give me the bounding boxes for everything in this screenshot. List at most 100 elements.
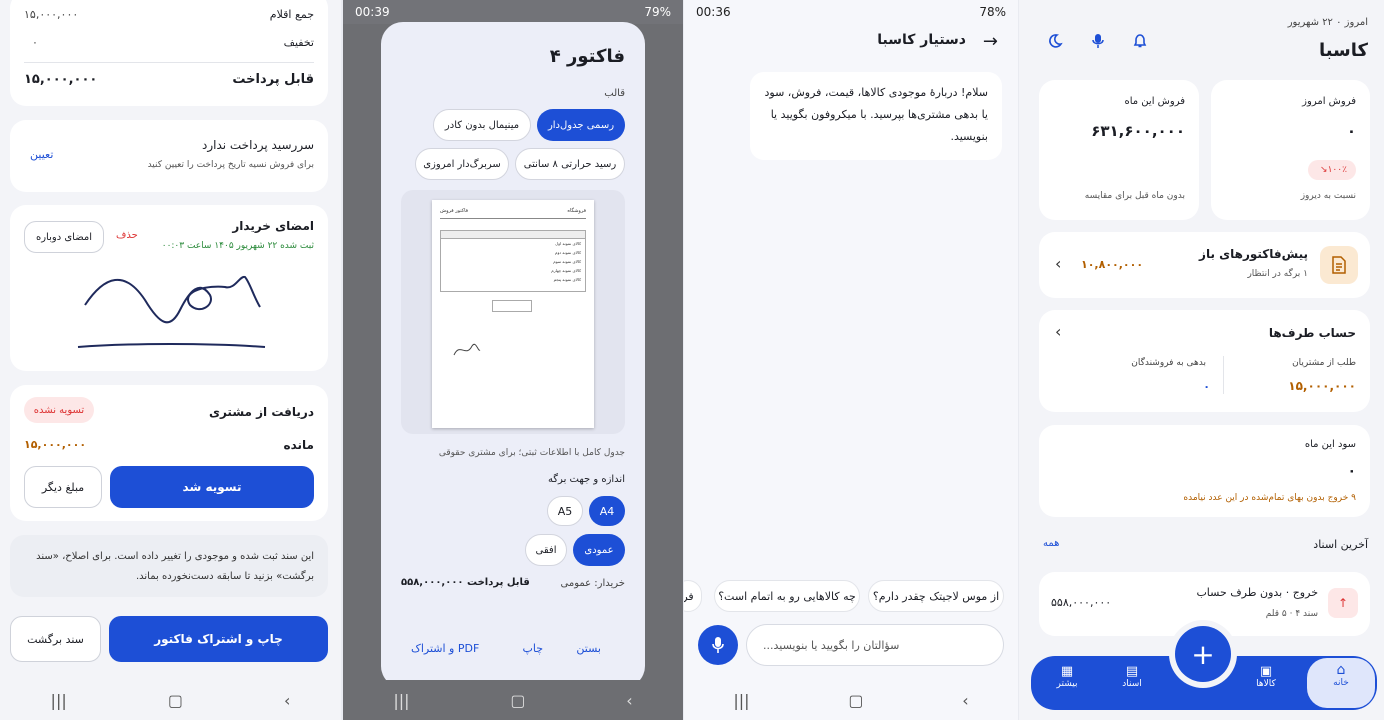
month-sales-note: بدون ماه قبل برای مقایسه	[1084, 191, 1185, 201]
status-battery: 78%	[979, 5, 1006, 19]
assistant-message: سلام! دربارهٔ موجودی کالاها، قیمت، فروش،…	[750, 72, 1002, 160]
landscape-option[interactable]: افقی	[525, 534, 567, 566]
preview-total	[492, 300, 532, 312]
month-sales-label: فروش این ماه	[1124, 96, 1185, 107]
home-icon[interactable]: ▢	[848, 691, 863, 710]
home-icon[interactable]: ▢	[168, 691, 183, 710]
proforma-card[interactable]: پیش‌فاکتورهای باز ۱ برگه در انتظار ۱۰,۸۰…	[1039, 232, 1370, 298]
template-option-1[interactable]: رسمی جدول‌دار	[537, 109, 625, 141]
remaining-value: ۱۵,۰۰۰,۰۰۰	[24, 438, 87, 451]
receivable-value: ۱۵,۰۰۰,۰۰۰	[1288, 379, 1356, 393]
back-icon[interactable]: ‹	[626, 691, 632, 710]
assistant-screen: 00:36 78% → دستیار کاسبا سلام! دربارهٔ م…	[684, 0, 1018, 720]
preview-shop: فروشگاه	[567, 208, 586, 214]
print-share-button[interactable]: چاپ و اشتراک فاکتور	[109, 616, 328, 662]
box-icon: ▣	[1259, 664, 1273, 679]
preview-page: فروشگاه فاکتور فروش کالای نمونه اول کالا…	[432, 200, 594, 428]
mic-icon	[712, 637, 724, 653]
bell-icon[interactable]	[1125, 26, 1155, 56]
preview-table: کالای نمونه اول کالای نمونه دوم کالای نم…	[440, 230, 586, 292]
delete-signature-button[interactable]: حذف	[116, 230, 138, 241]
pdf-share-button[interactable]: PDF و اشتراک	[411, 642, 479, 655]
settle-button[interactable]: تسویه شد	[110, 466, 314, 508]
home-icon: ⌂	[1336, 662, 1346, 678]
profit-value: ۰	[1347, 463, 1356, 479]
back-icon[interactable]: ‹	[284, 691, 290, 710]
assistant-message-text: سلام! دربارهٔ موجودی کالاها، قیمت، فروش،…	[764, 86, 988, 143]
signature-registered: ثبت شده ۲۲ شهریور ۱۴۰۵ ساعت ۰۰:۰۳	[161, 241, 314, 251]
other-amount-button[interactable]: مبلغ دیگر	[24, 466, 102, 508]
nav-home-label: خانه	[1333, 678, 1349, 688]
suggestion-chip-3[interactable]: فر	[684, 580, 702, 612]
nav-home[interactable]: ⌂ خانه	[1307, 662, 1375, 688]
return-doc-button[interactable]: سند برگشت	[10, 616, 101, 662]
nav-documents[interactable]: ▤ اسناد	[1107, 664, 1157, 689]
template-description: جدول کامل با اطلاعات ثبتی؛ برای مشتری حق…	[438, 448, 625, 458]
nav-products[interactable]: ▣ کالاها	[1241, 664, 1291, 689]
buyer-text: خریدار: عمومی	[560, 578, 626, 589]
status-time: 00:39	[355, 5, 390, 19]
receivable-label: طلب از مشتریان	[1292, 358, 1356, 368]
status-bar: 00:39 79%	[343, 0, 683, 24]
doc-sub: سند ۴ · ۵ قلم	[1265, 609, 1318, 619]
suggestion-chip-2[interactable]: چه کالاهایی رو به اتمام است؟	[714, 580, 860, 612]
accounts-title: حساب طرف‌ها	[1268, 326, 1356, 340]
items-total-value: ۱۵,۰۰۰,۰۰۰	[24, 8, 79, 21]
recents-icon[interactable]: |||	[51, 691, 67, 710]
signature-card: امضای خریدار ثبت شده ۲۲ شهریور ۱۴۰۵ ساعت…	[10, 205, 328, 371]
today-sales-card: فروش امروز ۰ ↘ ۱۰۰٪ نسبت به دیروز	[1211, 80, 1370, 220]
discount-value: ۰	[32, 36, 38, 49]
close-button[interactable]: بستن	[576, 642, 601, 655]
today-sales-value: ۰	[1346, 122, 1356, 140]
see-all-link[interactable]: همه	[1043, 538, 1059, 549]
mic-button[interactable]	[698, 625, 738, 665]
template-label: قالب	[604, 88, 625, 99]
nav-products-label: کالاها	[1256, 679, 1276, 689]
home-icon[interactable]: ▢	[510, 691, 525, 710]
items-total-label: جمع اقلام	[269, 8, 314, 21]
set-due-button[interactable]: تعیین	[30, 148, 53, 161]
due-title: سررسید پرداخت ندارد	[201, 138, 314, 152]
trend-down-icon: ↘	[1320, 165, 1328, 175]
back-icon[interactable]: ‹	[962, 691, 968, 710]
grid-icon: ▦	[1060, 664, 1074, 679]
receive-card: دریافت از مشتری تسویه نشده مانده ۱۵,۰۰۰,…	[10, 385, 328, 521]
question-input[interactable]: سؤالتان را بگویید یا بنویسید...	[746, 624, 1004, 666]
profit-label: سود این ماه	[1304, 439, 1356, 450]
summary-card: جمع اقلام ۱۵,۰۰۰,۰۰۰ تخفیف ۰ قابل پرداخت…	[10, 0, 328, 106]
size-a4-option[interactable]: A4	[589, 496, 625, 526]
month-sales-card: فروش این ماه ۶۳۱,۶۰۰,۰۰۰ بدون ماه قبل بر…	[1039, 80, 1199, 220]
recents-icon[interactable]: |||	[733, 691, 749, 710]
mic-icon[interactable]	[1083, 26, 1113, 56]
due-date-card: سررسید پرداخت ندارد برای فروش نسیه تاریخ…	[10, 120, 328, 192]
template-option-2[interactable]: مینیمال بدون کادر	[433, 109, 531, 141]
invoice-print-screen: 00:39 79% فاکتور ۴ قالب رسمی جدول‌دار می…	[343, 0, 683, 720]
profit-card: سود این ماه ۰ ۹ خروج بدون بهای تمام‌شده …	[1039, 425, 1370, 517]
template-option-4[interactable]: سربرگ‌دار امروزی	[415, 148, 509, 180]
today-sales-badge: ↘ ۱۰۰٪	[1308, 160, 1356, 180]
recents-icon[interactable]: |||	[393, 691, 409, 710]
receive-title: دریافت از مشتری	[208, 405, 314, 419]
due-subtitle: برای فروش نسیه تاریخ پرداخت را تعیین کنی…	[147, 160, 314, 170]
nav-documents-label: اسناد	[1122, 679, 1142, 689]
size-a5-option[interactable]: A5	[547, 496, 583, 526]
suggestion-chip-1[interactable]: از موس لاجیتک چقدر دارم؟	[868, 580, 1004, 612]
preview-row-1: کالای نمونه اول	[555, 241, 581, 246]
print-button[interactable]: چاپ	[522, 642, 543, 655]
nav-more[interactable]: ▦ بیشتر	[1041, 664, 1093, 689]
preview-row-5: کالای نمونه پنجم	[553, 277, 581, 282]
accounts-card[interactable]: حساب طرف‌ها ‹ طلب از مشتریان ۱۵,۰۰۰,۰۰۰ …	[1039, 310, 1370, 412]
template-option-3[interactable]: رسید حرارتی ۸ سانتی	[515, 148, 625, 180]
back-arrow-icon[interactable]: →	[983, 31, 998, 52]
discount-label: تخفیف	[283, 36, 314, 49]
resign-button[interactable]: امضای دوباره	[24, 221, 104, 253]
divider	[24, 62, 314, 63]
preview-line	[440, 218, 586, 219]
dark-mode-icon[interactable]	[1040, 26, 1070, 56]
portrait-option[interactable]: عمودی	[573, 534, 625, 566]
question-input-placeholder: سؤالتان را بگویید یا بنویسید...	[763, 638, 900, 652]
add-fab-button[interactable]: +	[1175, 626, 1231, 682]
divider	[1223, 356, 1224, 394]
notice-text: این سند ثبت شده و موجودی را تغییر داده ا…	[36, 551, 314, 582]
doc-title: خروج · بدون طرف حساب	[1196, 586, 1318, 599]
